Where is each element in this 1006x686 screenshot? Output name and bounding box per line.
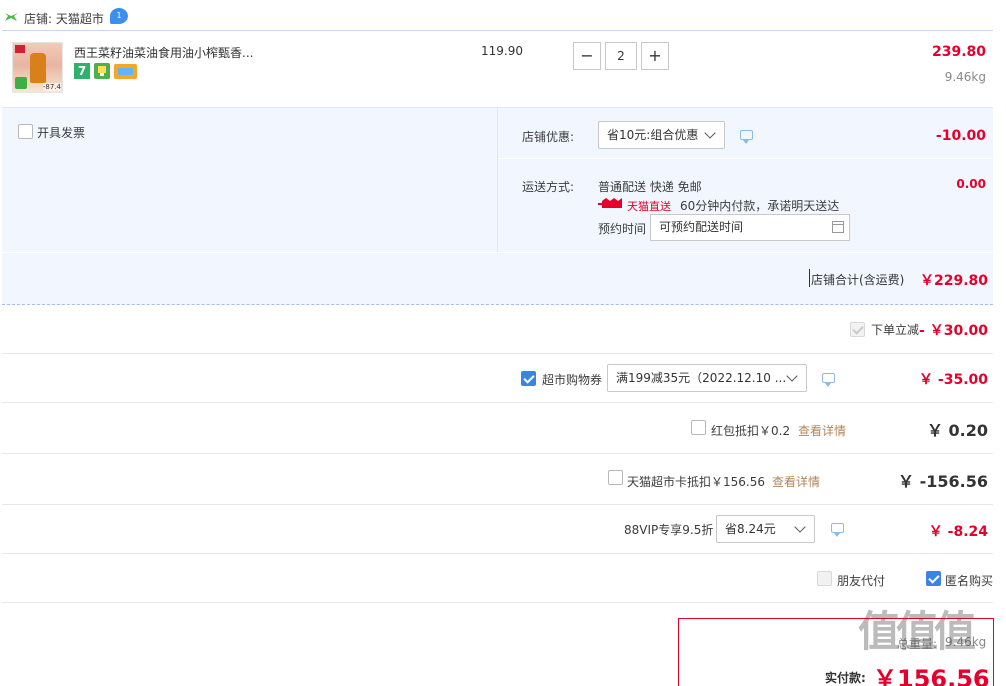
delivery-label: 运送方式: [522, 180, 575, 194]
coupon-checkbox[interactable] [521, 371, 536, 386]
redpacket-amount: ￥ 0.20 [926, 421, 988, 440]
shop-total-label: 店铺合计(含运费) [811, 273, 905, 287]
anonymous-checkbox[interactable] [926, 571, 941, 586]
panel-divider-h2 [2, 252, 993, 253]
shop-total-value: ￥229.80 [919, 273, 988, 289]
vip-value: 省8.24元 [725, 522, 776, 536]
instant-discount-checkbox [850, 322, 865, 337]
text-cursor [809, 269, 810, 287]
calendar-icon[interactable] [832, 221, 844, 233]
shop-discount-amount: -10.00 [935, 128, 986, 144]
quantity-plus-button[interactable]: + [641, 42, 669, 70]
watermark-logo: 值值值 [858, 607, 976, 656]
delivery-amount: 0.00 [956, 177, 986, 191]
message-icon[interactable] [831, 523, 844, 537]
message-icon[interactable] [740, 130, 753, 144]
anonymous-label[interactable]: 匿名购买 [945, 572, 993, 589]
coupon-select[interactable]: 满199减35元（2022.12.10 ... [607, 364, 807, 392]
reserve-label: 预约时间 [598, 222, 647, 236]
pay-value: ￥156.56 [873, 665, 990, 686]
pay-label: 实付款: [825, 671, 866, 685]
redpacket-details-link[interactable]: 查看详情 [798, 422, 846, 439]
quantity-stepper: − 2 + [573, 42, 669, 70]
delivery-value: 普通配送 快递 免邮 [598, 180, 702, 194]
tmall-direct-icon [598, 198, 624, 210]
tmall-direct-label: 天猫直送 [627, 200, 671, 213]
seven-day-return-badge: 7 [74, 63, 90, 79]
redpacket-checkbox[interactable] [691, 420, 706, 435]
friend-pay-checkbox [817, 571, 832, 586]
redpacket-label[interactable]: 红包抵扣￥0.2 [711, 422, 790, 439]
quantity-minus-button[interactable]: − [573, 42, 601, 70]
product-title[interactable]: 西王菜籽油菜油食用油小榨甄香... [74, 44, 253, 61]
chevron-down-icon [704, 127, 716, 139]
coupon-label[interactable]: 超市购物券 [542, 371, 602, 388]
guarantee-badge-icon [94, 63, 110, 79]
shop-discount-label: 店铺优惠: [522, 130, 575, 144]
product-thumbnail[interactable]: -87.4 [12, 42, 63, 93]
card-badge-icon [114, 64, 137, 79]
chevron-down-icon [794, 521, 806, 533]
vip-select[interactable]: 省8.24元 [716, 515, 815, 543]
quantity-input[interactable]: 2 [605, 42, 637, 70]
tmall-cat-icon [4, 11, 19, 23]
tmall-card-label[interactable]: 天猫超市卡抵扣￥156.56 [627, 473, 765, 490]
tmall-card-amount: ￥ -156.56 [898, 472, 988, 491]
item-weight: 9.46kg [944, 70, 986, 84]
instant-discount-label: 下单立减 [871, 323, 920, 337]
message-icon[interactable] [822, 373, 835, 387]
friend-pay-label: 朋友代付 [837, 574, 886, 588]
coupon-amount: ￥ -35.00 [919, 372, 988, 388]
instant-discount-value: - ￥30.00 [919, 323, 988, 339]
vip-amount: ￥ -8.24 [928, 524, 988, 540]
item-total: 239.80 [931, 44, 986, 60]
thumb-price-tag: -87.4 [42, 83, 61, 91]
chevron-down-icon [786, 370, 798, 382]
reserve-placeholder: 可预约配送时间 [659, 220, 744, 234]
vip-label: 88VIP专享9.5折 [624, 523, 714, 537]
panel-divider-vertical [497, 108, 498, 253]
unit-price: 119.90 [481, 44, 523, 58]
shop-name[interactable]: 店铺: 天猫超市 [24, 10, 104, 27]
tmall-card-details-link[interactable]: 查看详情 [772, 473, 820, 490]
reserve-time-input[interactable]: 可预约配送时间 [650, 214, 850, 241]
invoice-label[interactable]: 开具发票 [37, 124, 85, 141]
tmall-card-checkbox[interactable] [608, 470, 623, 485]
shop-discount-select[interactable]: 省10元:组合优惠 [598, 121, 725, 149]
coupon-value: 满199减35元（2022.12.10 ... [616, 371, 787, 385]
panel-divider-h1 [498, 158, 993, 159]
invoice-checkbox[interactable] [18, 124, 33, 139]
shop-discount-value: 省10元:组合优惠 [607, 128, 699, 142]
wangwang-icon[interactable]: 1 [110, 8, 128, 24]
direct-note: 60分钟内付款，承诺明天送达 [680, 199, 840, 213]
